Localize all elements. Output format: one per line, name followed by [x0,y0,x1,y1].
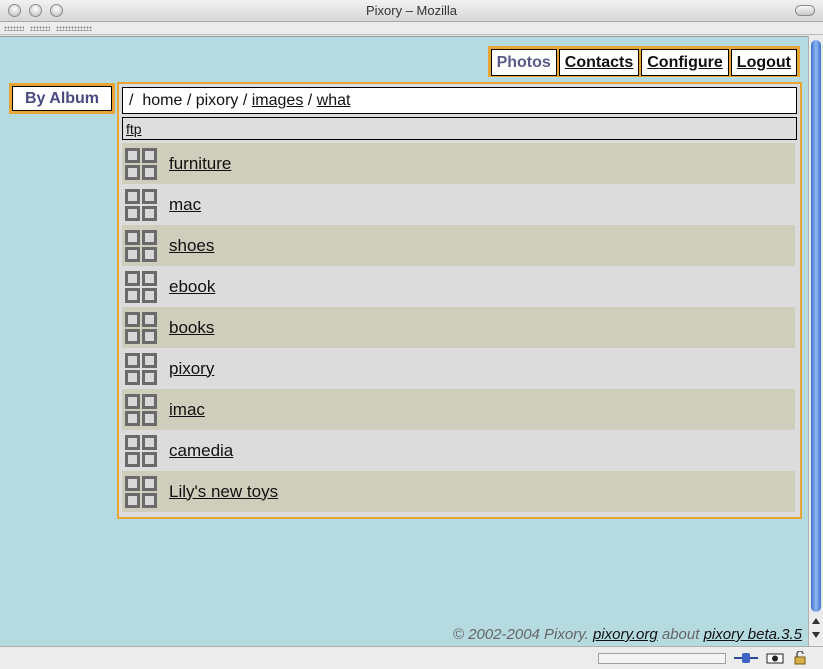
album-link[interactable]: imac [169,400,205,420]
footer-version-link[interactable]: pixory beta.3.5 [704,626,802,643]
security-lock-icon[interactable] [793,650,807,668]
breadcrumb-what-link[interactable]: what [317,92,351,109]
toolbar-grip-1[interactable] [4,26,24,31]
album-panel-inner: / home / pixory / images / what ftp furn… [119,84,800,517]
by-album-box: By Album [9,83,115,114]
scroll-up-icon[interactable] [812,618,820,624]
breadcrumb-home: home [142,92,183,109]
album-link[interactable]: mac [169,195,201,215]
collapsed-toolbar-strip [0,22,823,35]
album-link[interactable]: camedia [169,441,233,461]
ftp-link[interactable]: ftp [126,121,142,137]
page-content: Photos Contacts Configure Logout By Albu… [0,36,808,646]
album-list: furniture mac shoes ebook books pixory i… [122,143,797,512]
album-row[interactable]: camedia [122,430,795,471]
album-link[interactable]: pixory [169,359,214,379]
footer-about: about [661,626,700,643]
window-title: Pixory – Mozilla [365,3,458,18]
album-link[interactable]: books [169,318,214,338]
breadcrumb: / home / pixory / images / what [122,87,797,114]
album-grid-icon[interactable] [125,188,157,221]
tab-contacts[interactable]: Contacts [558,49,640,76]
album-row[interactable]: furniture [122,143,795,184]
footer-site-link[interactable]: pixory.org [593,626,658,643]
toolbar-grip-2[interactable] [30,26,50,31]
toolbar-toggle-button[interactable] [795,5,815,16]
ftp-row: ftp [122,117,797,140]
album-panel: / home / pixory / images / what ftp furn… [117,82,802,519]
album-grid-icon[interactable] [125,352,157,385]
album-grid-icon[interactable] [125,475,157,508]
main-nav: Photos Contacts Configure Logout [487,46,800,77]
album-row[interactable]: pixory [122,348,795,389]
album-link[interactable]: furniture [169,154,231,174]
toolbar-grip-3[interactable] [56,26,92,31]
album-row[interactable]: imac [122,389,795,430]
album-row[interactable]: shoes [122,225,795,266]
progress-bar [598,653,726,664]
window-titlebar: Pixory – Mozilla [0,0,823,22]
status-bar [0,646,823,669]
scroll-down-icon[interactable] [812,632,820,638]
tab-configure[interactable]: Configure [641,49,729,76]
connection-icon[interactable] [734,651,758,668]
tab-logout[interactable]: Logout [730,49,797,76]
album-grid-icon[interactable] [125,270,157,303]
album-grid-icon[interactable] [125,147,157,180]
scrollbar-thumb[interactable] [811,40,821,612]
footer-copyright: © 2002-2004 Pixory. [452,626,589,643]
album-row[interactable]: mac [122,184,795,225]
tab-photos[interactable]: Photos [490,49,557,76]
album-row[interactable]: ebook [122,266,795,307]
album-grid-icon[interactable] [125,434,157,467]
eye-icon[interactable] [766,651,784,668]
album-row[interactable]: Lily's new toys [122,471,795,512]
album-link[interactable]: shoes [169,236,214,256]
album-row[interactable]: books [122,307,795,348]
breadcrumb-root: / [129,92,134,109]
breadcrumb-images-link[interactable]: images [252,92,304,109]
vertical-scrollbar[interactable] [808,36,823,646]
album-grid-icon[interactable] [125,393,157,426]
album-grid-icon[interactable] [125,311,157,344]
by-album-button[interactable]: By Album [12,86,112,111]
breadcrumb-pixory: pixory [195,92,239,109]
album-link[interactable]: Lily's new toys [169,482,278,502]
page-footer: © 2002-2004 Pixory. pixory.org about pix… [453,626,802,643]
album-grid-icon[interactable] [125,229,157,262]
album-link[interactable]: ebook [169,277,215,297]
